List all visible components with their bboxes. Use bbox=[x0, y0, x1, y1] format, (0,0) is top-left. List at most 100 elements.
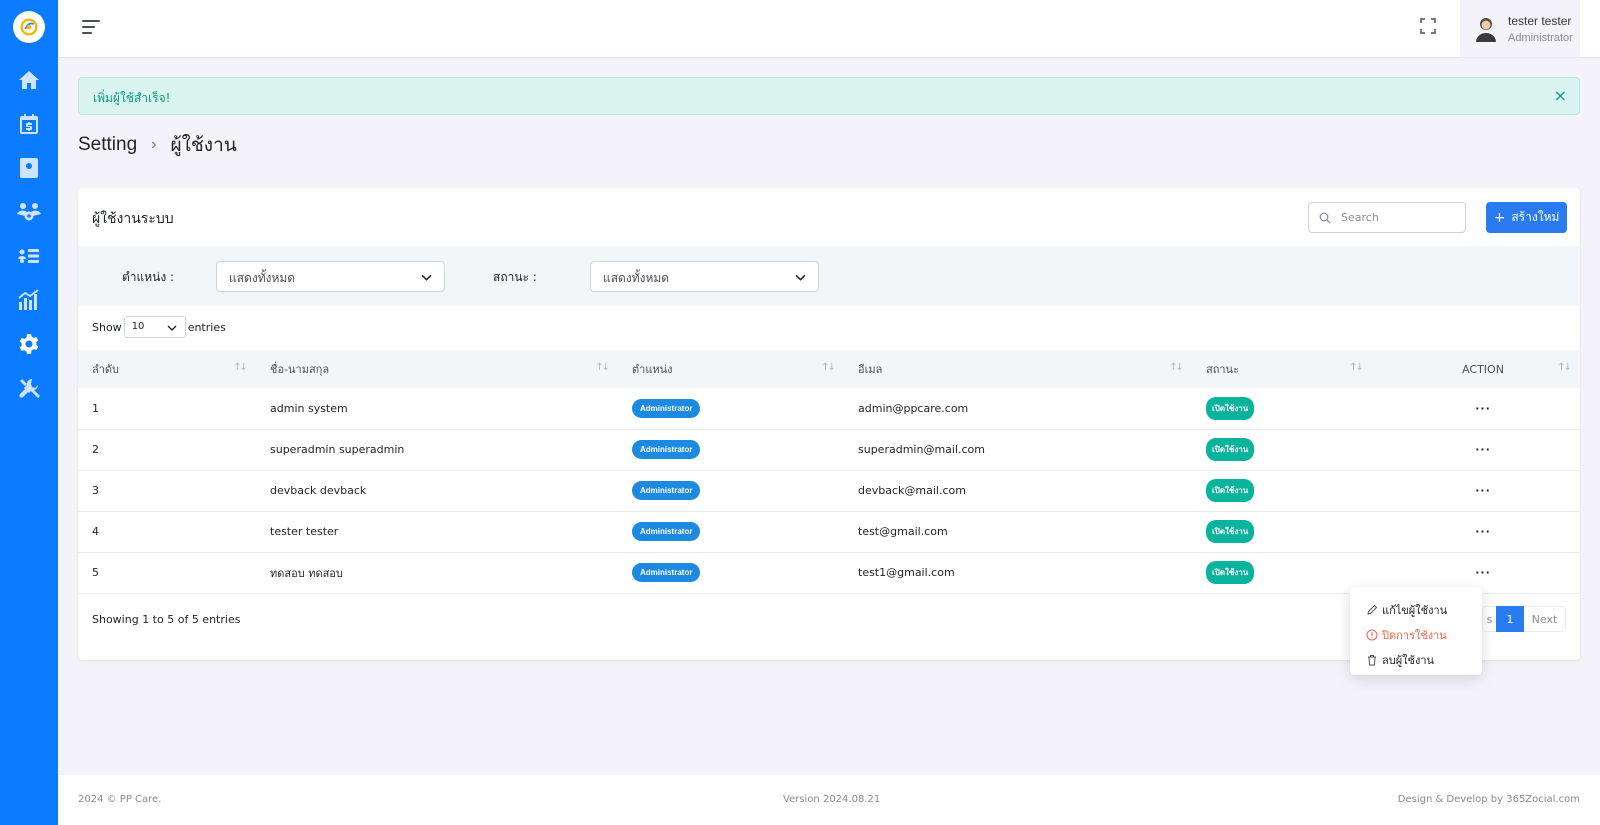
role-badge: Administrator bbox=[632, 563, 701, 582]
logo-icon bbox=[20, 18, 38, 36]
avatar bbox=[1476, 17, 1496, 42]
sidebar-item-user-list[interactable] bbox=[0, 234, 58, 278]
row-number: 5 bbox=[78, 552, 256, 594]
previous-page-button[interactable]: s bbox=[1482, 606, 1496, 632]
table-row: 4 tester tester Administrator test@gmail… bbox=[78, 511, 1580, 553]
row-action-menu-button[interactable]: ··· bbox=[1372, 470, 1580, 512]
footer-credit: Design & Develop by 365Zocial.com bbox=[1397, 794, 1580, 805]
sidebar-item-reports[interactable] bbox=[0, 278, 58, 322]
sidebar-item-tools[interactable] bbox=[0, 366, 58, 410]
disable-user-menu-item[interactable]: ปิดการใช้งาน bbox=[1350, 622, 1482, 647]
trash-icon bbox=[1368, 654, 1376, 665]
home-icon bbox=[19, 71, 39, 89]
sidebar-item-billing[interactable] bbox=[0, 102, 58, 146]
sidebar bbox=[0, 0, 58, 825]
fullscreen-icon[interactable] bbox=[1420, 18, 1436, 34]
pagination: s 1 Next bbox=[1482, 606, 1566, 632]
row-email: admin@ppcare.com bbox=[844, 388, 1192, 430]
row-number: 3 bbox=[78, 470, 256, 512]
column-header-no[interactable]: ลำดับ ↑↓ bbox=[78, 350, 256, 388]
row-name: ทดสอบ ทดสอบ bbox=[256, 552, 618, 594]
sort-icon: ↑↓ bbox=[1557, 362, 1572, 373]
search-field[interactable] bbox=[1308, 202, 1466, 233]
status-badge: เปิดใช้งาน bbox=[1206, 561, 1255, 584]
row-email: devback@mail.com bbox=[844, 470, 1192, 512]
sort-icon: ↑↓ bbox=[1349, 362, 1364, 373]
table-row: 3 devback devback Administrator devback@… bbox=[78, 470, 1580, 512]
row-action-dropdown: แก้ไขผู้ใช้งาน ปิดการใช้งาน ลบผู้ใช้งาน bbox=[1350, 587, 1482, 675]
row-number: 1 bbox=[78, 388, 256, 430]
alert-message: เพิ่มผู้ใช้สำเร็จ! bbox=[93, 91, 171, 105]
status-badge: เปิดใช้งาน bbox=[1206, 479, 1255, 502]
contact-book-icon bbox=[20, 158, 38, 178]
footer: 2024 © PP Care. Version 2024.08.21 Desig… bbox=[58, 775, 1600, 825]
disable-user-label: ปิดการใช้งาน bbox=[1382, 628, 1447, 642]
row-action-menu-button[interactable]: ··· bbox=[1372, 511, 1580, 553]
search-input[interactable] bbox=[1341, 211, 1451, 224]
column-header-role[interactable]: ตำแหน่ง ↑↓ bbox=[618, 350, 844, 388]
entries-label: entries bbox=[187, 320, 226, 334]
column-header-name[interactable]: ชื่อ-นามสกุล ↑↓ bbox=[256, 350, 618, 388]
sidebar-item-contacts[interactable] bbox=[0, 146, 58, 190]
tools-icon bbox=[19, 378, 40, 398]
role-badge: Administrator bbox=[632, 398, 701, 418]
menu-toggle-button[interactable] bbox=[82, 20, 100, 36]
edit-user-label: แก้ไขผู้ใช้งาน bbox=[1382, 603, 1448, 617]
create-user-button[interactable]: + สร้างใหม่ bbox=[1486, 202, 1567, 233]
position-filter-value: แสดงทั้งหมด bbox=[229, 271, 296, 285]
table-row: 2 superadmin superadmin Administrator su… bbox=[78, 429, 1580, 471]
page-length-select[interactable]: 10 bbox=[123, 316, 186, 338]
status-filter-label: สถานะ : bbox=[493, 270, 537, 284]
chevron-down-icon bbox=[795, 274, 806, 281]
table-row: 1 admin system Administrator admin@ppcar… bbox=[78, 388, 1580, 430]
row-name: tester tester bbox=[256, 511, 618, 553]
filter-bar: ตำแหน่ง : แสดงทั้งหมด สถานะ : แสดงทั้งหม… bbox=[78, 246, 1580, 306]
user-role: Administrator bbox=[1508, 31, 1573, 44]
page-title: ผู้ใช้งาน bbox=[170, 135, 237, 156]
sidebar-item-users-settings[interactable] bbox=[0, 190, 58, 234]
plus-icon: + bbox=[1493, 209, 1506, 226]
app-logo[interactable] bbox=[13, 11, 45, 43]
show-label: Show bbox=[92, 320, 122, 334]
alert-circle-icon bbox=[1366, 629, 1378, 640]
table-header-row: ลำดับ ↑↓ ชื่อ-นามสกุล ↑↓ ตำแหน่ง ↑↓ อีเมล ↑↓… bbox=[78, 350, 1580, 388]
role-badge: Administrator bbox=[632, 440, 701, 459]
column-header-email[interactable]: อีเมล ↑↓ bbox=[844, 350, 1192, 388]
breadcrumb-setting[interactable]: Setting bbox=[78, 134, 137, 156]
column-header-status[interactable]: สถานะ ↑↓ bbox=[1192, 350, 1372, 388]
row-action-menu-button[interactable]: ··· bbox=[1372, 388, 1580, 430]
row-name: devback devback bbox=[256, 470, 618, 512]
chevron-down-icon bbox=[421, 274, 432, 281]
sidebar-item-home[interactable] bbox=[0, 58, 58, 102]
user-menu[interactable]: tester tester Administrator bbox=[1460, 0, 1580, 57]
column-header-action[interactable]: ACTION ↑↓ bbox=[1372, 350, 1580, 388]
row-email: test1@gmail.com bbox=[844, 552, 1192, 594]
row-action-menu-button[interactable]: ··· bbox=[1372, 429, 1580, 471]
row-email: test@gmail.com bbox=[844, 511, 1192, 553]
status-filter-select[interactable]: แสดงทั้งหมด bbox=[590, 261, 819, 292]
page-length-control: Show 10 entries bbox=[92, 316, 226, 338]
row-number: 4 bbox=[78, 511, 256, 553]
position-filter-select[interactable]: แสดงทั้งหมด bbox=[216, 261, 445, 292]
next-page-button[interactable]: Next bbox=[1524, 606, 1566, 632]
role-badge: Administrator bbox=[632, 481, 701, 500]
row-name: superadmin superadmin bbox=[256, 429, 618, 471]
delete-user-menu-item[interactable]: ลบผู้ใช้งาน bbox=[1350, 647, 1482, 672]
delete-user-label: ลบผู้ใช้งาน bbox=[1382, 653, 1435, 667]
role-badge: Administrator bbox=[632, 522, 701, 541]
sidebar-item-settings[interactable] bbox=[0, 322, 58, 366]
row-name: admin system bbox=[256, 388, 618, 430]
gear-icon bbox=[19, 334, 39, 354]
chevron-down-icon bbox=[167, 325, 177, 331]
alert-close-button[interactable]: × bbox=[1554, 88, 1567, 104]
page-1-button[interactable]: 1 bbox=[1496, 606, 1524, 632]
footer-copyright: 2024 © PP Care. bbox=[78, 794, 162, 805]
status-badge: เปิดใช้งาน bbox=[1206, 438, 1255, 461]
status-filter-value: แสดงทั้งหมด bbox=[603, 271, 670, 285]
edit-user-menu-item[interactable]: แก้ไขผู้ใช้งาน bbox=[1350, 597, 1482, 622]
chart-bar-icon bbox=[18, 289, 39, 310]
page-length-value: 10 bbox=[131, 321, 145, 332]
sort-icon: ↑↓ bbox=[1169, 362, 1184, 373]
row-number: 2 bbox=[78, 429, 256, 471]
calendar-dollar-icon bbox=[20, 114, 38, 134]
